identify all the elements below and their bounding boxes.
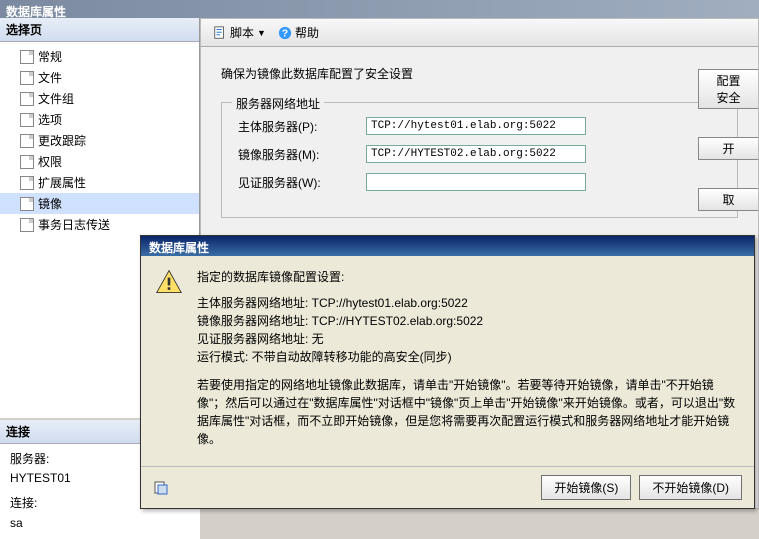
sidebar-item-label: 选项	[38, 111, 62, 128]
page-icon	[20, 176, 34, 190]
copy-icon[interactable]	[153, 480, 169, 496]
page-tree: 常规文件文件组选项更改跟踪权限扩展属性镜像事务日志传送	[0, 42, 199, 239]
script-button[interactable]: 脚本 ▼	[209, 22, 270, 43]
sidebar-item-label: 常规	[38, 48, 62, 65]
start-mirror-button[interactable]: 开始镜像(S)	[541, 475, 631, 500]
help-button[interactable]: ? 帮助	[274, 22, 323, 43]
security-msg: 确保为镜像此数据库配置了安全设置	[221, 65, 738, 82]
mirror-label: 镜像服务器(M):	[238, 146, 358, 163]
sidebar-item-5[interactable]: 权限	[0, 151, 199, 172]
server-address-fieldset: 服务器网络地址 主体服务器(P): 镜像服务器(M): 见证服务器(W):	[221, 102, 738, 218]
witness-input[interactable]	[366, 173, 586, 191]
warning-icon	[155, 268, 183, 296]
mirror-input[interactable]	[366, 145, 586, 163]
select-page-header: 选择页	[0, 18, 199, 42]
sidebar-item-label: 扩展属性	[38, 174, 86, 191]
dialog-text: 指定的数据库镜像配置设置: 主体服务器网络地址: TCP://hytest01.…	[197, 268, 740, 456]
page-icon	[20, 71, 34, 85]
script-icon	[213, 26, 227, 40]
svg-text:?: ?	[282, 27, 288, 39]
witness-label: 见证服务器(W):	[238, 174, 358, 191]
page-icon	[20, 197, 34, 211]
page-icon	[20, 92, 34, 106]
sidebar-item-2[interactable]: 文件组	[0, 88, 199, 109]
sidebar-item-3[interactable]: 选项	[0, 109, 199, 130]
page-icon	[20, 134, 34, 148]
toolbar: 脚本 ▼ ? 帮助	[201, 19, 758, 47]
sidebar-item-label: 权限	[38, 153, 62, 170]
sidebar-item-label: 文件组	[38, 90, 74, 107]
config-security-button[interactable]: 配置安全	[698, 69, 758, 109]
sidebar-item-label: 更改跟踪	[38, 132, 86, 149]
page-icon	[20, 113, 34, 127]
dialog-title: 数据库属性	[141, 236, 754, 256]
fieldset-legend: 服务器网络地址	[232, 95, 324, 112]
sidebar-item-label: 镜像	[38, 195, 62, 212]
conn-value: sa	[10, 514, 190, 533]
sidebar-item-label: 文件	[38, 69, 62, 86]
sidebar-item-4[interactable]: 更改跟踪	[0, 130, 199, 151]
window-title: 数据库属性	[6, 5, 66, 19]
mirror-config-dialog: 数据库属性 指定的数据库镜像配置设置: 主体服务器网络地址: TCP://hyt…	[140, 235, 755, 509]
sidebar-item-0[interactable]: 常规	[0, 46, 199, 67]
sidebar-item-label: 事务日志传送	[38, 216, 110, 233]
sidebar-item-1[interactable]: 文件	[0, 67, 199, 88]
page-icon	[20, 218, 34, 232]
sidebar-item-8[interactable]: 事务日志传送	[0, 214, 199, 235]
page-icon	[20, 50, 34, 64]
sidebar-item-6[interactable]: 扩展属性	[0, 172, 199, 193]
principal-label: 主体服务器(P):	[238, 118, 358, 135]
no-start-mirror-button[interactable]: 不开始镜像(D)	[639, 475, 742, 500]
cancel-button[interactable]: 取	[698, 188, 758, 211]
sidebar-item-7[interactable]: 镜像	[0, 193, 199, 214]
page-icon	[20, 155, 34, 169]
main-title-bar: 数据库属性	[0, 0, 759, 18]
chevron-down-icon: ▼	[257, 28, 266, 38]
principal-input[interactable]	[366, 117, 586, 135]
start-button[interactable]: 开	[698, 137, 758, 160]
help-icon: ?	[278, 26, 292, 40]
